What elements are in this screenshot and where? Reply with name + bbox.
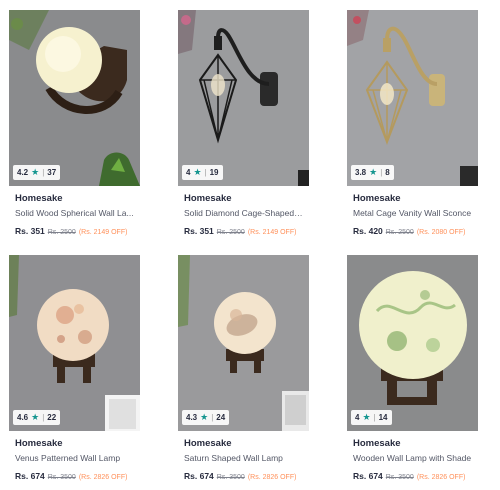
product-name[interactable]: Solid Diamond Cage-Shaped ... [184, 207, 303, 219]
price-discount: (Rs. 2826 OFF) [78, 474, 128, 481]
product-price: Rs. 674 Rs. 3500 (Rs. 2826 OFF) [15, 470, 134, 482]
product-name[interactable]: Venus Patterned Wall Lamp [15, 452, 134, 464]
price-mrp: Rs. 3500 [385, 474, 414, 481]
product-name[interactable]: Saturn Shaped Wall Lamp [184, 452, 303, 464]
price-current: Rs. 674 [184, 471, 214, 481]
rating-value: 3.8 [355, 168, 367, 177]
rating-separator: | [42, 413, 45, 422]
price-discount: (Rs. 2149 OFF) [78, 229, 128, 236]
product-name[interactable]: Wooden Wall Lamp with Shade [353, 452, 472, 464]
product-card[interactable]: 3.8 ★ | 8 Homesake Metal Cage Vanity Wal… [347, 10, 478, 237]
star-icon: ★ [31, 412, 40, 422]
price-mrp: Rs. 2500 [47, 229, 76, 236]
product-image[interactable]: 3.8 ★ | 8 [347, 10, 478, 186]
lamp-photo-saturn [178, 255, 309, 431]
product-price: Rs. 674 Rs. 3500 (Rs. 2826 OFF) [184, 470, 303, 482]
price-current: Rs. 351 [15, 226, 45, 236]
price-current: Rs. 351 [184, 226, 214, 236]
price-mrp: Rs. 2500 [385, 229, 414, 236]
rating-value: 4.6 [17, 413, 29, 422]
rating-badge: 4.6 ★ | 22 [13, 410, 61, 425]
price-discount: (Rs. 2080 OFF) [416, 229, 466, 236]
product-brand[interactable]: Homesake [184, 437, 303, 450]
product-brand[interactable]: Homesake [15, 192, 134, 205]
rating-count: 37 [47, 168, 57, 177]
product-image[interactable]: 4.2 ★ | 37 [9, 10, 140, 186]
product-image[interactable]: 4 ★ | 14 [347, 255, 478, 431]
rating-value: 4 [355, 413, 360, 422]
star-icon: ★ [193, 167, 202, 177]
product-card[interactable]: 4.6 ★ | 22 Homesake Venus Patterned Wall… [9, 255, 140, 482]
product-card[interactable]: 4 ★ | 14 Homesake Wooden Wall Lamp with … [347, 255, 478, 482]
lamp-photo-black-cage [178, 10, 309, 186]
product-name[interactable]: Solid Wood Spherical Wall La... [15, 207, 134, 219]
rating-separator: | [380, 168, 383, 177]
product-price: Rs. 674 Rs. 3500 (Rs. 2826 OFF) [353, 470, 472, 482]
rating-badge: 4.2 ★ | 37 [13, 165, 61, 180]
rating-value: 4.3 [186, 413, 198, 422]
price-current: Rs. 674 [353, 471, 383, 481]
rating-count: 22 [47, 413, 57, 422]
product-price: Rs. 351 Rs. 2500 (Rs. 2149 OFF) [15, 225, 134, 237]
product-brand[interactable]: Homesake [353, 437, 472, 450]
star-icon: ★ [31, 167, 40, 177]
star-icon: ★ [369, 167, 378, 177]
price-mrp: Rs. 2500 [216, 229, 245, 236]
price-discount: (Rs. 2826 OFF) [416, 474, 466, 481]
rating-separator: | [373, 413, 376, 422]
product-price: Rs. 420 Rs. 2500 (Rs. 2080 OFF) [353, 225, 472, 237]
rating-count: 24 [216, 413, 226, 422]
rating-badge: 4 ★ | 14 [351, 410, 392, 425]
rating-count: 8 [385, 168, 390, 177]
price-mrp: Rs. 3500 [47, 474, 76, 481]
lamp-photo-green-globe [347, 255, 478, 431]
star-icon: ★ [200, 412, 209, 422]
rating-value: 4.2 [17, 168, 29, 177]
product-image[interactable]: 4.6 ★ | 22 [9, 255, 140, 431]
rating-count: 19 [209, 168, 219, 177]
product-price: Rs. 351 Rs. 2500 (Rs. 2149 OFF) [184, 225, 303, 237]
rating-separator: | [204, 168, 207, 177]
rating-separator: | [42, 168, 45, 177]
price-current: Rs. 420 [353, 226, 383, 236]
price-current: Rs. 674 [15, 471, 45, 481]
rating-separator: | [211, 413, 214, 422]
lamp-photo-wood-sphere [9, 10, 140, 186]
star-icon: ★ [362, 412, 371, 422]
product-card[interactable]: 4 ★ | 19 Homesake Solid Diamond Cage-Sha… [178, 10, 309, 237]
product-card[interactable]: 4.2 ★ | 37 Homesake Solid Wood Spherical… [9, 10, 140, 237]
product-brand[interactable]: Homesake [15, 437, 134, 450]
rating-value: 4 [186, 168, 191, 177]
lamp-photo-gold-cage [347, 10, 478, 186]
rating-badge: 3.8 ★ | 8 [351, 165, 394, 180]
product-image[interactable]: 4.3 ★ | 24 [178, 255, 309, 431]
product-name[interactable]: Metal Cage Vanity Wall Sconce [353, 207, 472, 219]
price-discount: (Rs. 2149 OFF) [247, 229, 297, 236]
product-image[interactable]: 4 ★ | 19 [178, 10, 309, 186]
rating-count: 14 [378, 413, 388, 422]
product-brand[interactable]: Homesake [184, 192, 303, 205]
product-card[interactable]: 4.3 ★ | 24 Homesake Saturn Shaped Wall L… [178, 255, 309, 482]
price-discount: (Rs. 2826 OFF) [247, 474, 297, 481]
price-mrp: Rs. 3500 [216, 474, 245, 481]
lamp-photo-venus [9, 255, 140, 431]
rating-badge: 4 ★ | 19 [182, 165, 223, 180]
product-brand[interactable]: Homesake [353, 192, 472, 205]
rating-badge: 4.3 ★ | 24 [182, 410, 230, 425]
